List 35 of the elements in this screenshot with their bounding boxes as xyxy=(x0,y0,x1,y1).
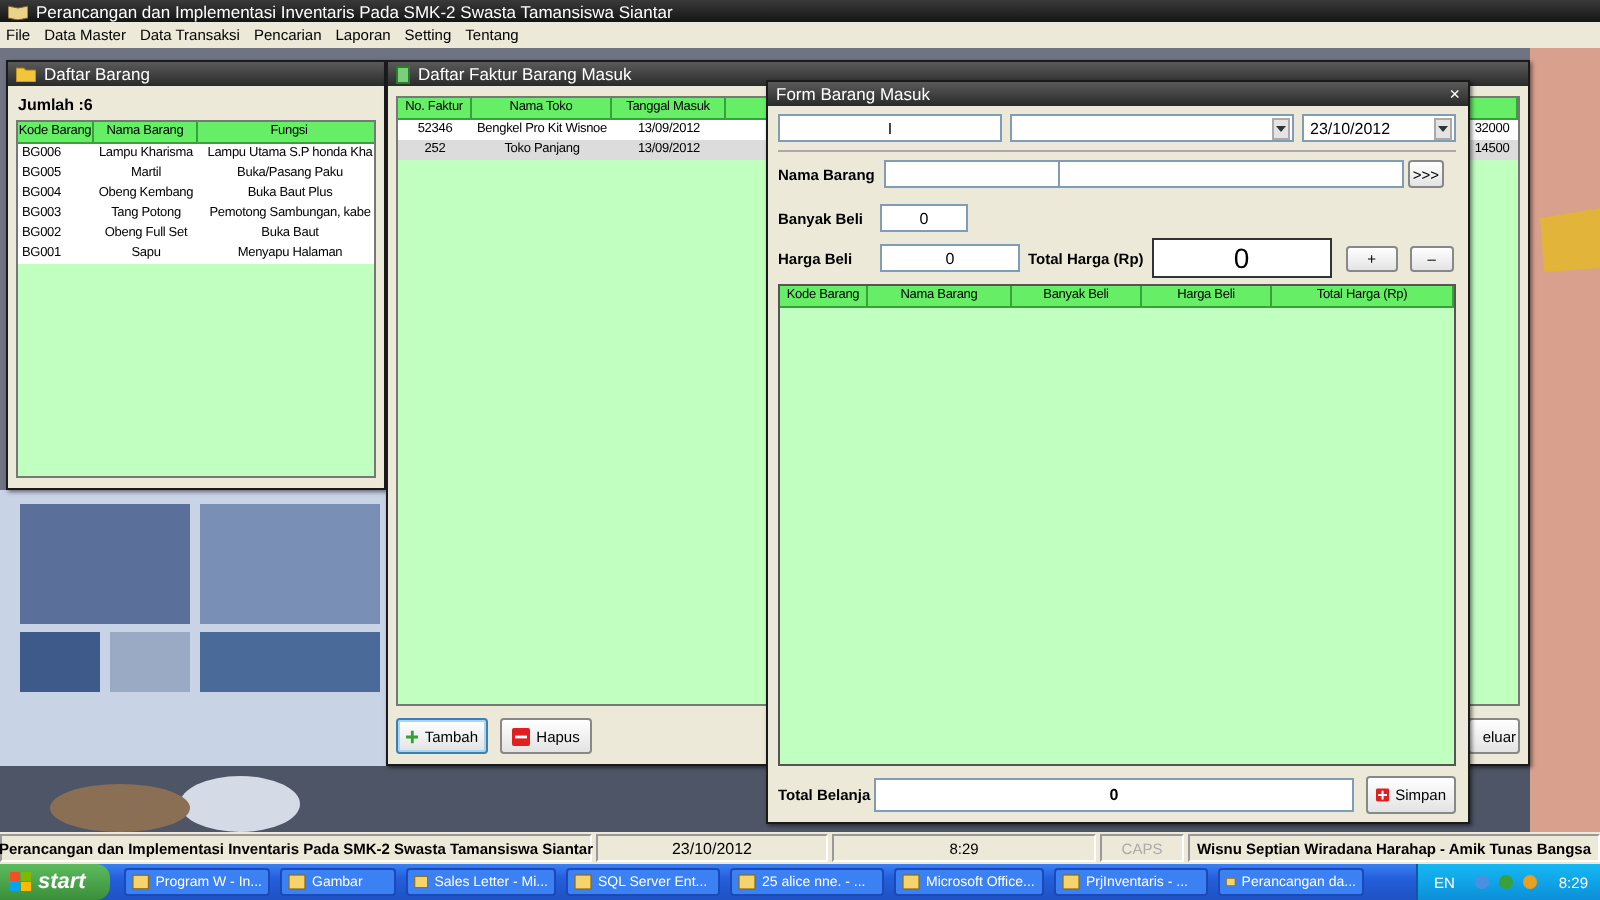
window-icon xyxy=(1226,874,1236,890)
input-field[interactable]: I xyxy=(778,114,1002,142)
input-field[interactable] xyxy=(1060,160,1404,188)
dropdown-button[interactable] xyxy=(1434,117,1452,139)
input-field[interactable]: 0 xyxy=(880,244,1020,272)
window-icon xyxy=(902,874,920,890)
document-icon xyxy=(396,65,410,83)
dropdown-button[interactable] xyxy=(1272,117,1290,139)
window-icon xyxy=(414,874,429,890)
column-header xyxy=(1466,98,1518,120)
window-title: Form Barang Masuk xyxy=(776,84,930,104)
save-icon xyxy=(1376,786,1390,804)
window-title: Daftar Faktur Barang Masuk xyxy=(418,64,632,84)
close-icon[interactable]: × xyxy=(1449,84,1460,104)
window-icon xyxy=(738,874,756,890)
input-field[interactable]: 0 xyxy=(1151,238,1332,278)
app-title: Perancangan dan Implementasi Inventaris Pada SMK-2 Swasta Tamansiswa Siantar xyxy=(36,1,673,21)
minus-icon xyxy=(512,727,531,745)
dropdown-field[interactable] xyxy=(1010,114,1294,142)
caret-icon xyxy=(1276,125,1286,131)
dropdown-field[interactable]: 23/10/2012 xyxy=(1302,114,1456,142)
caret-icon xyxy=(1438,125,1448,131)
status-text: 23/10/2012 xyxy=(596,834,828,862)
input-field[interactable] xyxy=(884,160,1060,188)
plus-icon xyxy=(406,727,419,745)
input-field[interactable]: 0 xyxy=(880,204,968,232)
count-label: Jumlah :6 xyxy=(16,94,95,118)
windows-flag-icon xyxy=(10,872,32,892)
window-icon xyxy=(132,874,150,890)
folder-icon xyxy=(16,66,36,82)
window-icon xyxy=(288,874,306,890)
input-field[interactable]: 0 xyxy=(874,778,1354,812)
window-icon xyxy=(1062,874,1080,890)
window-title: Daftar Barang xyxy=(44,64,150,84)
window-icon xyxy=(574,874,592,890)
